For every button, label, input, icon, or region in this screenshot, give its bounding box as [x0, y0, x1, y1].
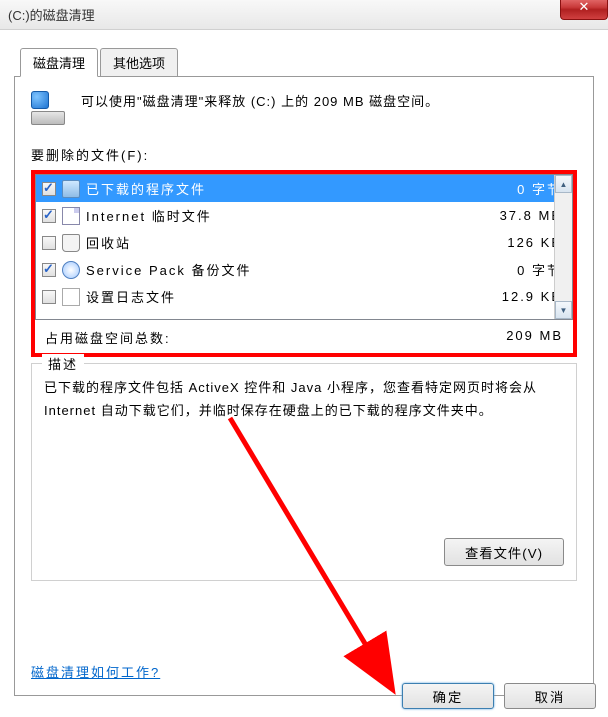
close-button[interactable]: ✕ — [560, 0, 608, 20]
description-text: 已下载的程序文件包括 ActiveX 控件和 Java 小程序，您查看特定网页时… — [44, 376, 564, 423]
description-title: 描述 — [42, 354, 84, 373]
file-name: 已下载的程序文件 — [86, 179, 482, 198]
file-name: 回收站 — [86, 233, 482, 252]
tab-panel: 可以使用"磁盘清理"来释放 (C:) 上的 209 MB 磁盘空间。 要删除的文… — [14, 76, 594, 696]
checkbox[interactable] — [42, 290, 56, 304]
annotation-red-box: 已下载的程序文件0 字节Internet 临时文件37.8 MB回收站126 K… — [31, 170, 577, 357]
file-row[interactable]: Service Pack 备份文件0 字节 — [36, 256, 572, 283]
tab-container: 磁盘清理 其他选项 可以使用"磁盘清理"来释放 (C:) 上的 209 MB 磁… — [14, 48, 594, 696]
file-list[interactable]: 已下载的程序文件0 字节Internet 临时文件37.8 MB回收站126 K… — [35, 174, 573, 320]
checkbox[interactable] — [42, 263, 56, 277]
file-row[interactable]: 设置日志文件12.9 KB — [36, 283, 572, 310]
pack-icon — [62, 261, 80, 279]
window-title: (C:)的磁盘清理 — [8, 5, 95, 24]
total-row: 占用磁盘空间总数: 209 MB — [35, 320, 573, 353]
log-icon — [62, 288, 80, 306]
help-link[interactable]: 磁盘清理如何工作? — [31, 662, 160, 681]
file-row[interactable]: Internet 临时文件37.8 MB — [36, 202, 572, 229]
intro-row: 可以使用"磁盘清理"来释放 (C:) 上的 209 MB 磁盘空间。 — [31, 91, 577, 127]
file-row[interactable]: 回收站126 KB — [36, 229, 572, 256]
tab-disk-cleanup[interactable]: 磁盘清理 — [20, 48, 98, 77]
description-groupbox: 描述 已下载的程序文件包括 ActiveX 控件和 Java 小程序，您查看特定… — [31, 363, 577, 581]
total-label: 占用磁盘空间总数: — [45, 328, 171, 347]
checkbox[interactable] — [42, 236, 56, 250]
intro-text: 可以使用"磁盘清理"来释放 (C:) 上的 209 MB 磁盘空间。 — [81, 91, 439, 113]
files-to-delete-label: 要删除的文件(F): — [31, 145, 577, 164]
file-name: 设置日志文件 — [86, 287, 482, 306]
file-name: Service Pack 备份文件 — [86, 260, 482, 279]
scrollbar[interactable]: ▲ ▼ — [554, 175, 572, 319]
file-row[interactable]: 已下载的程序文件0 字节 — [36, 175, 572, 202]
scroll-up-icon[interactable]: ▲ — [555, 175, 572, 193]
view-files-button[interactable]: 查看文件(V) — [444, 538, 564, 566]
scroll-down-icon[interactable]: ▼ — [555, 301, 572, 319]
file-name: Internet 临时文件 — [86, 206, 482, 225]
folder-icon — [62, 180, 80, 198]
titlebar: (C:)的磁盘清理 ✕ — [0, 0, 608, 30]
dialog-button-row: 确定 取消 — [402, 683, 596, 709]
checkbox[interactable] — [42, 182, 56, 196]
tab-other-options[interactable]: 其他选项 — [100, 48, 178, 77]
file-icon — [62, 207, 80, 225]
drive-icon — [31, 91, 67, 127]
checkbox[interactable] — [42, 209, 56, 223]
ok-button[interactable]: 确定 — [402, 683, 494, 709]
total-value: 209 MB — [506, 328, 563, 347]
bin-icon — [62, 234, 80, 252]
cancel-button[interactable]: 取消 — [504, 683, 596, 709]
